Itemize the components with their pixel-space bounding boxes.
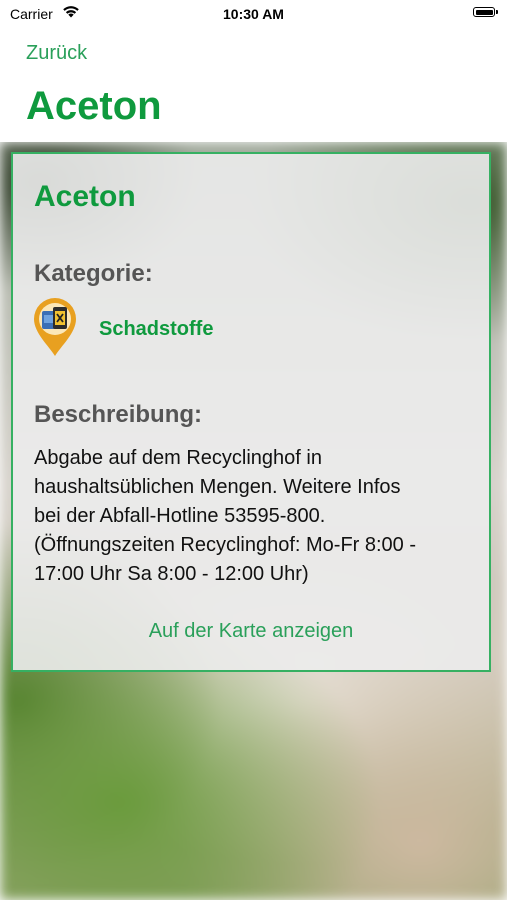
status-bar: Carrier 10:30 AM xyxy=(0,0,507,28)
navigation-bar: Zurück Aceton xyxy=(0,28,507,142)
description-line: haushaltsüblichen Mengen. Weitere Infos xyxy=(34,476,401,498)
description-text: Abgabe auf dem Recyclinghof in haushalts… xyxy=(34,444,484,589)
description-line: Abgabe auf dem Recyclinghof in xyxy=(34,447,322,469)
show-on-map-button[interactable]: Auf der Karte anzeigen xyxy=(13,620,489,643)
item-title: Aceton xyxy=(34,180,136,213)
category-name[interactable]: Schadstoffe xyxy=(99,318,213,341)
description-line: (Öffnungszeiten Recyclinghof: Mo-Fr 8:00… xyxy=(34,534,417,556)
category-label: Kategorie: xyxy=(34,260,153,287)
clock: 10:30 AM xyxy=(223,6,284,22)
page-title: Aceton xyxy=(26,84,162,128)
description-line: bei der Abfall-Hotline 53595-800. xyxy=(34,505,326,527)
description-label: Beschreibung: xyxy=(34,401,203,428)
battery-icon xyxy=(473,7,498,17)
hazardous-waste-pin-icon xyxy=(34,298,76,356)
detail-card: Aceton Kategorie: Schadstoffe Beschreibu… xyxy=(11,152,491,672)
description-line: 17:00 Uhr Sa 8:00 - 12:00 Uhr) xyxy=(34,563,309,585)
back-button[interactable]: Zurück xyxy=(26,42,87,65)
